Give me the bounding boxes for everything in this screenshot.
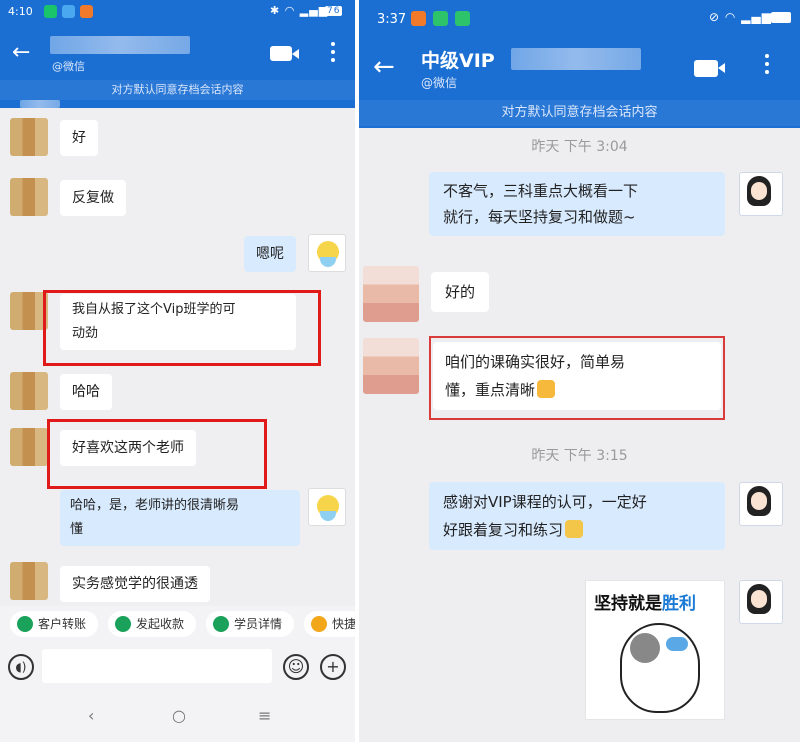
message-timestamp: 昨天 下午 3:15 (531, 448, 628, 464)
receive-payment-button[interactable]: 发起收款 (108, 611, 196, 637)
app-notification-icon-2 (80, 5, 93, 18)
status-time: 4:10 (8, 5, 33, 18)
video-call-icon[interactable] (270, 46, 299, 61)
nav-back-icon[interactable]: ‹ (88, 706, 94, 725)
message-input[interactable] (42, 649, 272, 683)
sticker-text-highlight: 胜利 (662, 594, 696, 614)
payment-icon (115, 616, 131, 632)
emoji-icon[interactable]: ☺ (283, 654, 309, 680)
fist-icon (565, 520, 584, 538)
highlight-box (47, 419, 267, 489)
contact-name-blurred (50, 36, 190, 54)
wechat-notification-icon (44, 5, 57, 18)
back-arrow-icon[interactable]: ← (373, 54, 395, 80)
left-header-area: 4:10 ✱ ◠ ▂▄▆ 76 ← @微信 对方默认同意存档会话内容 (0, 0, 355, 108)
chip-label: 发起收款 (136, 617, 185, 631)
my-message-bubble: 哈哈，是，老师讲的很清晰易 懂 (60, 490, 300, 546)
message-line: 好跟着复习和练习 (443, 516, 711, 544)
highlight-box (43, 290, 321, 366)
app-notification-icon (411, 11, 426, 26)
nav-home-icon[interactable]: ○ (172, 706, 186, 725)
back-arrow-icon[interactable]: ← (12, 42, 30, 64)
message-bubble: 反复做 (60, 180, 126, 216)
shortcut-icon (311, 616, 327, 632)
customer-transfer-button[interactable]: 客户转账 (10, 611, 98, 637)
left-chat-header: ← @微信 (0, 28, 355, 78)
message-bubble: 哈哈 (60, 374, 112, 410)
status-time: 3:37 (377, 12, 407, 27)
blurred-strip (20, 100, 60, 108)
system-nav-bar: ‹ ○ ≡ (0, 690, 355, 742)
my-message-bubble: 不客气，三科重点大概看一下 就行，每天坚持复习和做题~ (429, 172, 725, 236)
archive-notice: 对方默认同意存档会话内容 (0, 80, 355, 100)
contact-avatar[interactable] (10, 372, 48, 410)
message-bubble: 好的 (431, 272, 490, 312)
right-chat-header: ← 中级VIP @微信 (359, 38, 800, 96)
contact-name-blurred (511, 48, 641, 70)
app-notification-icon-2 (433, 11, 448, 26)
signal-wifi-icon: ⊘ ◠ ▂▄▆ (709, 10, 772, 24)
my-avatar[interactable] (308, 234, 346, 272)
message-timestamp: 昨天 下午 3:04 (531, 139, 628, 155)
chip-label: 快捷 (332, 617, 355, 631)
message-line: 哈哈，是，老师讲的很清晰易 (70, 498, 240, 513)
sticker-caption: 坚持就是胜利 (594, 589, 696, 614)
my-avatar[interactable] (739, 580, 783, 624)
right-header-area: 3:37 ⊘ ◠ ▂▄▆ ← 中级VIP @微信 对方默认同意存档会话内容 (359, 0, 800, 128)
message-line: 懂 (70, 522, 84, 537)
my-avatar[interactable] (739, 172, 783, 216)
input-bar: ◖) ☺ + (0, 642, 355, 690)
battery-icon: 76 (325, 6, 343, 16)
sticker-text: 坚持就是 (594, 594, 662, 614)
contact-avatar[interactable] (10, 178, 48, 216)
voice-icon[interactable]: ◖) (8, 654, 34, 680)
sticker-character (620, 623, 700, 713)
sticker-face (630, 633, 660, 663)
app-notification-icon-3 (455, 11, 470, 26)
sticker-image[interactable]: 坚持就是胜利 (585, 580, 725, 720)
contact-avatar[interactable] (10, 562, 48, 600)
left-chat-screen: 4:10 ✱ ◠ ▂▄▆ 76 ← @微信 对方默认同意存档会话内容 好 反复做… (0, 0, 355, 742)
shortcut-button[interactable]: 快捷 (304, 611, 355, 637)
more-menu-icon[interactable] (331, 42, 335, 66)
signal-wifi-icon: ✱ ◠ ▂▄▆ (270, 4, 329, 17)
sticker-tear (666, 637, 688, 651)
contact-subtitle: @微信 (421, 76, 458, 90)
my-message-bubble: 感谢对VIP课程的认可，一定好 好跟着复习和练习 (429, 482, 725, 550)
message-bubble: 好 (60, 120, 98, 156)
contact-subtitle: @微信 (52, 60, 85, 73)
right-chat-screen: 3:37 ⊘ ◠ ▂▄▆ ← 中级VIP @微信 对方默认同意存档会话内容 昨天… (359, 0, 800, 742)
contact-avatar[interactable] (363, 266, 419, 322)
chip-label: 学员详情 (234, 617, 283, 631)
contact-avatar[interactable] (10, 118, 48, 156)
chat-title: 中级VIP (421, 50, 495, 72)
transfer-icon (17, 616, 33, 632)
my-avatar[interactable] (308, 488, 346, 526)
nav-recents-icon[interactable]: ≡ (258, 706, 271, 725)
my-avatar[interactable] (739, 482, 783, 526)
contact-avatar[interactable] (10, 428, 48, 466)
more-menu-icon[interactable] (765, 54, 769, 78)
battery-icon (771, 12, 791, 23)
message-line: 感谢对VIP课程的认可，一定好 (443, 493, 647, 511)
message-line-text: 好跟着复习和练习 (443, 521, 564, 539)
quick-action-bar: 客户转账 发起收款 学员详情 快捷 (0, 606, 355, 642)
contact-avatar[interactable] (363, 338, 419, 394)
plus-icon[interactable]: + (320, 654, 346, 680)
highlight-box (429, 336, 725, 420)
video-call-icon[interactable] (694, 60, 725, 77)
archive-notice: 对方默认同意存档会话内容 (359, 100, 800, 126)
message-line: 不客气，三科重点大概看一下 (443, 182, 639, 200)
student-details-button[interactable]: 学员详情 (206, 611, 294, 637)
app-notification-icon (62, 5, 75, 18)
student-icon (213, 616, 229, 632)
message-line: 就行，每天坚持复习和做题~ (443, 208, 636, 226)
message-bubble: 实务感觉学的很通透 (60, 566, 210, 602)
chip-label: 客户转账 (38, 617, 87, 631)
my-message-bubble: 嗯呢 (244, 236, 296, 272)
